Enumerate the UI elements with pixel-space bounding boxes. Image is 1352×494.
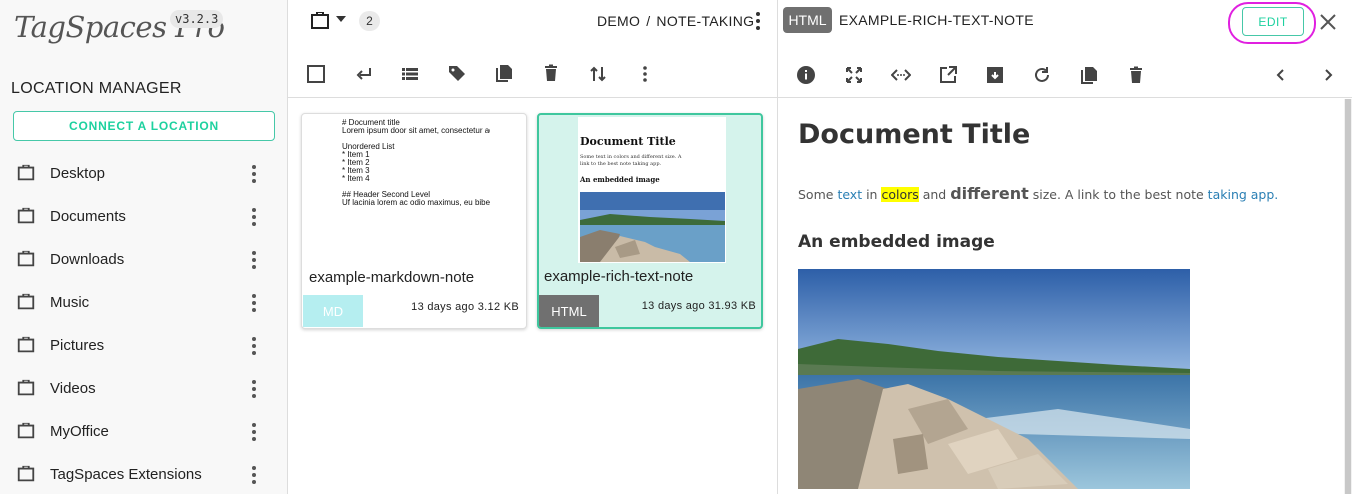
location-item-desktop[interactable]: Desktop — [0, 152, 288, 195]
location-manager-title: LOCATION MANAGER — [11, 80, 182, 97]
more-options-icon[interactable] — [634, 63, 656, 85]
file-name: example-rich-text-note — [544, 268, 694, 285]
sort-icon[interactable] — [587, 63, 609, 85]
code-view-icon[interactable] — [890, 64, 912, 86]
file-type-tag[interactable]: MD — [303, 295, 363, 327]
more-vert-icon[interactable] — [246, 291, 262, 315]
file-browser-header: 2 DEMO / NOTE-TAKING — [288, 0, 778, 98]
delete-icon[interactable] — [1125, 64, 1147, 86]
file-meta: 13 days ago 31.93 KB — [641, 300, 756, 312]
location-item-music[interactable]: Music — [0, 281, 288, 324]
location-label: MyOffice — [50, 423, 109, 440]
location-item-documents[interactable]: Documents — [0, 195, 288, 238]
location-label: Documents — [50, 208, 126, 225]
file-type-tag[interactable]: HTML — [539, 295, 599, 327]
delete-icon[interactable] — [540, 62, 562, 84]
briefcase-icon — [17, 422, 35, 439]
embedded-beach-image — [798, 269, 1190, 489]
file-grid: # Document title Lorem ipsum door sit am… — [288, 99, 778, 494]
close-icon[interactable] — [1318, 12, 1338, 32]
connect-location-button[interactable]: CONNECT A LOCATION — [13, 111, 275, 141]
location-label: Desktop — [50, 165, 106, 182]
breadcrumb-note-taking[interactable]: NOTE-TAKING — [656, 13, 754, 29]
file-name: example-markdown-note — [309, 269, 475, 286]
markdown-preview: # Document title Lorem ipsum door sit am… — [342, 117, 490, 263]
open-external-icon[interactable] — [937, 64, 959, 86]
more-vert-icon[interactable] — [246, 463, 262, 487]
next-file-icon[interactable] — [1317, 64, 1339, 86]
document-title: Document Title — [798, 119, 1031, 150]
file-browser: 2 DEMO / NOTE-TAKING # Document title Lo… — [288, 0, 778, 494]
link-taking-app[interactable]: taking app. — [1208, 187, 1279, 202]
location-label: Music — [50, 294, 90, 311]
briefcase-icon — [17, 293, 35, 310]
preview-line-1: Some text in colors and different size. … — [580, 154, 682, 160]
list-view-icon[interactable] — [399, 63, 421, 85]
location-item-videos[interactable]: Videos — [0, 367, 288, 410]
file-viewer: HTML EXAMPLE-RICH-TEXT-NOTE EDIT Documen… — [778, 0, 1352, 494]
document-paragraph: Some text in colors and different size. … — [798, 184, 1279, 203]
location-label: Videos — [50, 380, 96, 397]
location-sidebar: TagSpaces Pro v3.2.3 LOCATION MANAGER CO… — [0, 0, 288, 494]
location-item-downloads[interactable]: Downloads — [0, 238, 288, 281]
info-icon[interactable] — [795, 64, 817, 86]
reload-icon[interactable] — [1031, 64, 1053, 86]
file-card-markdown[interactable]: # Document title Lorem ipsum door sit am… — [301, 113, 527, 329]
previous-file-icon[interactable] — [1270, 64, 1292, 86]
rich-text-preview: Document Title Some text in colors and d… — [578, 117, 726, 263]
dropdown-arrow-icon[interactable] — [336, 16, 346, 22]
briefcase-icon — [17, 465, 35, 482]
more-vert-icon[interactable] — [246, 334, 262, 358]
more-vert-icon[interactable] — [246, 205, 262, 229]
briefcase-icon — [17, 250, 35, 267]
file-card-rich-text[interactable]: Document Title Some text in colors and d… — [537, 113, 763, 329]
breadcrumb: DEMO / NOTE-TAKING — [597, 13, 754, 29]
folder-menu-icon[interactable] — [754, 9, 762, 33]
location-switcher-icon[interactable] — [308, 10, 332, 32]
more-vert-icon[interactable] — [246, 377, 262, 401]
location-list: Desktop Documents Downloads Music Pictur — [0, 152, 288, 494]
app-window: TagSpaces Pro v3.2.3 LOCATION MANAGER CO… — [0, 0, 1352, 494]
location-label: TagSpaces Extensions — [50, 466, 202, 483]
edit-button[interactable]: EDIT — [1242, 7, 1304, 36]
preview-title: Document Title — [580, 135, 676, 148]
location-item-myoffice[interactable]: MyOffice — [0, 410, 288, 453]
text-colored: text — [837, 187, 863, 202]
preview-image — [580, 192, 725, 262]
briefcase-icon — [17, 336, 35, 353]
preview-heading: An embedded image — [580, 175, 660, 184]
file-title: EXAMPLE-RICH-TEXT-NOTE — [839, 12, 1034, 28]
download-icon[interactable] — [984, 64, 1006, 86]
document-content: Document Title Some text in colors and d… — [778, 99, 1352, 494]
file-meta: 13 days ago 3.12 KB — [411, 301, 519, 313]
breadcrumb-demo[interactable]: DEMO — [597, 13, 640, 29]
document-heading: An embedded image — [798, 232, 995, 252]
copy-icon[interactable] — [1078, 64, 1100, 86]
location-item-pictures[interactable]: Pictures — [0, 324, 288, 367]
breadcrumb-separator: / — [646, 13, 651, 29]
briefcase-icon — [17, 379, 35, 396]
more-vert-icon[interactable] — [246, 420, 262, 444]
file-viewer-header: HTML EXAMPLE-RICH-TEXT-NOTE EDIT — [778, 0, 1352, 98]
parent-folder-icon[interactable] — [353, 63, 375, 85]
preview-line-2: link to the best note taking app. — [580, 161, 662, 167]
more-vert-icon[interactable] — [246, 162, 262, 186]
fullscreen-icon[interactable] — [843, 64, 865, 86]
tag-icon[interactable] — [446, 62, 468, 84]
copy-icon[interactable] — [493, 62, 515, 84]
file-type-badge: HTML — [783, 7, 832, 33]
text-highlighted: colors — [881, 187, 919, 202]
vertical-scrollbar[interactable] — [1344, 99, 1352, 494]
location-item-tagspaces-extensions[interactable]: TagSpaces Extensions — [0, 453, 288, 494]
text-large: different — [950, 184, 1029, 203]
version-badge: v3.2.3 — [170, 10, 224, 28]
select-all-checkbox-icon[interactable] — [305, 63, 327, 85]
location-label: Downloads — [50, 251, 125, 268]
more-vert-icon[interactable] — [246, 248, 262, 272]
briefcase-icon — [17, 207, 35, 224]
file-count-badge: 2 — [359, 11, 380, 31]
location-label: Pictures — [50, 337, 105, 354]
briefcase-icon — [17, 164, 35, 181]
